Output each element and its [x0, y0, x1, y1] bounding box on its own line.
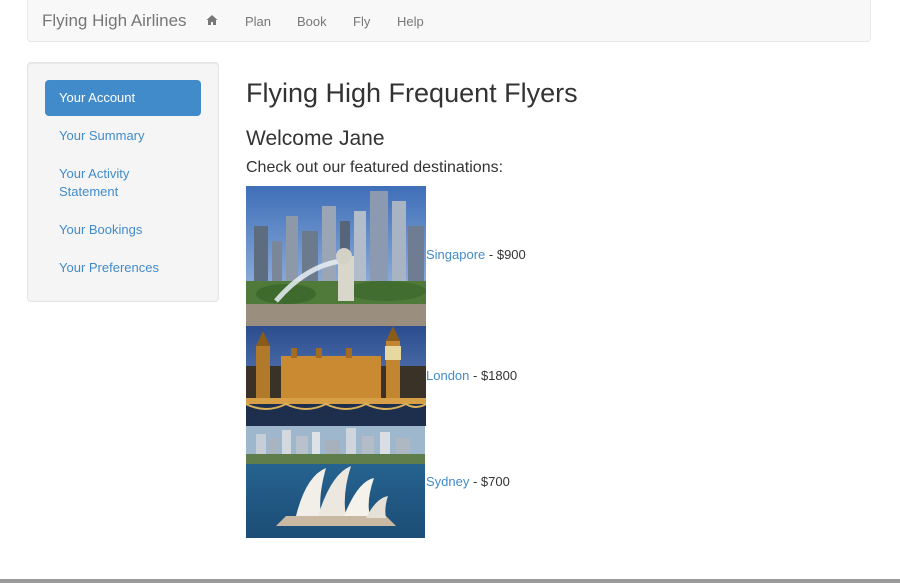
page-title: Flying High Frequent Flyers — [246, 78, 578, 108]
destination-sydney: Sydney - $700 — [426, 474, 510, 490]
sidebar-item-preferences[interactable]: Your Preferences — [59, 259, 199, 277]
singapore-price: - $900 — [485, 247, 526, 262]
nav-plan[interactable]: Plan — [245, 14, 271, 29]
sidebar-item-account[interactable]: Your Account — [45, 80, 201, 116]
welcome-heading: Welcome Jane — [246, 127, 385, 150]
nav-help[interactable]: Help — [397, 14, 424, 29]
singapore-link[interactable]: Singapore — [426, 247, 485, 262]
sidebar-item-activity-statement[interactable]: Your Activity Statement — [59, 165, 169, 201]
top-navbar: Flying High Airlines Plan Book Fly Help — [27, 0, 871, 42]
sydney-price: - $700 — [469, 474, 510, 489]
sydney-image — [246, 426, 425, 538]
sidebar-item-label: Your Account — [59, 90, 136, 105]
featured-heading: Check out our featured destinations: — [246, 159, 504, 176]
london-image — [246, 326, 426, 426]
sydney-link[interactable]: Sydney — [426, 474, 469, 489]
sidebar-item-summary[interactable]: Your Summary — [59, 127, 199, 145]
home-icon[interactable] — [206, 14, 218, 26]
destination-london: London - $1800 — [426, 368, 517, 384]
destination-singapore: Singapore - $900 — [426, 247, 526, 263]
london-link[interactable]: London — [426, 368, 469, 383]
nav-book[interactable]: Book — [297, 14, 327, 29]
london-price: - $1800 — [469, 368, 518, 383]
nav-fly[interactable]: Fly — [353, 14, 370, 29]
sidebar-item-bookings[interactable]: Your Bookings — [59, 221, 199, 239]
sidebar: Your Account Your Summary Your Activity … — [27, 62, 219, 302]
brand-link[interactable]: Flying High Airlines — [42, 11, 187, 31]
singapore-image — [246, 186, 426, 326]
window-bottom-border — [0, 579, 900, 583]
